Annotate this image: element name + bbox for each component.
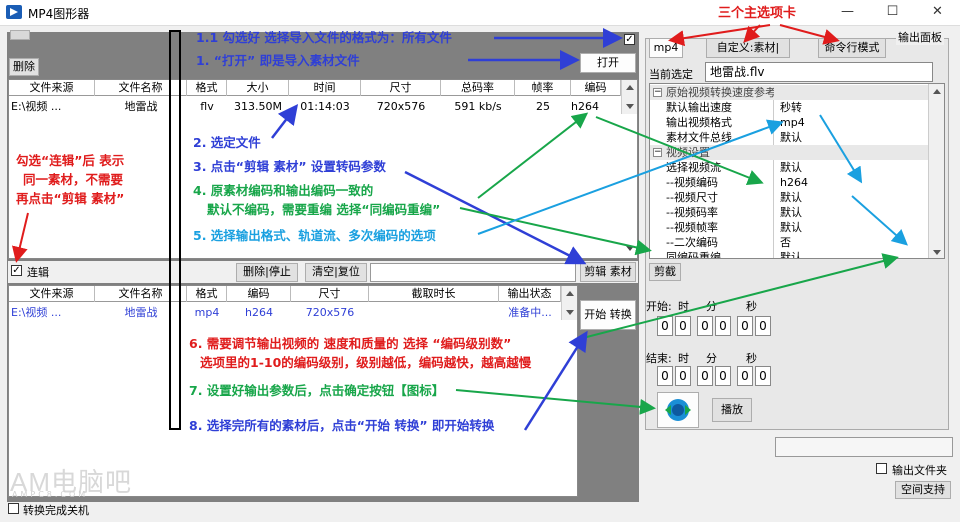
tabs-note: 三个主选项卡 [718, 6, 797, 21]
annotation-8: 8. 选择完所有的素材后，点击“开始 转换” 即开始转换 [189, 418, 495, 433]
arrow [595, 116, 764, 186]
arrow [477, 119, 784, 235]
arrow [668, 24, 771, 47]
arrow [851, 195, 908, 246]
concat-note-2: 同一素材，不需要 [23, 172, 124, 187]
arrow [12, 212, 29, 263]
annotation-4a: 4. 原素材编码和输出编码一致的 [193, 183, 374, 198]
annotation-2: 2. 选定文件 [193, 135, 261, 150]
arrow [459, 207, 652, 256]
annotation-3: 3. 点击“剪辑 素材” 设置转码参数 [193, 159, 386, 174]
annotation-6a: 6. 需要调节输出视频的 速度和质量的 选择 “编码级别数” [189, 336, 512, 351]
concat-note-1: 勾选“连辑”后 表示 [16, 153, 125, 168]
annotation-7: 7. 设置好输出参数后，点击确定按钮【图标】 [189, 383, 445, 398]
arrow [455, 389, 656, 415]
arrow [819, 114, 863, 184]
arrow [477, 112, 589, 199]
concat-note-3: 再点击“剪辑 素材” [16, 191, 125, 206]
annotation-arrows [12, 24, 908, 431]
annotation-6b: 选项里的1-10的编码级别，级别越低，编码越快，越高越慢 [200, 355, 532, 370]
arrow [574, 253, 899, 341]
annotation-1: 1. “打开” 即是导入素材文件 [196, 53, 360, 68]
arrow [523, 330, 588, 431]
arrow [779, 24, 840, 45]
annotation-4b: 默认不编码，需要重编 选择“同编码重编” [207, 202, 441, 217]
annotation-5: 5. 选择输出格式、轨道流、多次编码的选项 [193, 228, 436, 243]
annotation-1-1: 1.1 勾选好 选择导入文件的格式为：所有文件 [196, 30, 452, 45]
arrow [271, 104, 299, 139]
